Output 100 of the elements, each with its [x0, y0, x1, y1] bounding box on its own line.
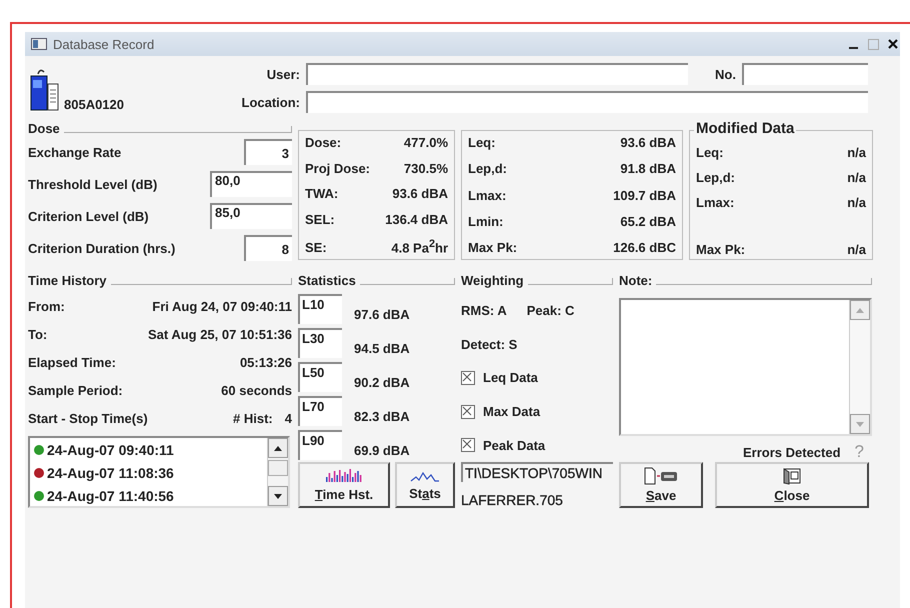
start-stop-entry[interactable]: 24-Aug-07 09:40:11 [34, 440, 267, 460]
modified-label: Max Pk: [696, 242, 746, 257]
modified-value: n/a [847, 145, 866, 160]
time-history-button[interactable]: Time Hst. [298, 462, 390, 508]
down-arrow-icon [856, 422, 864, 426]
start-stop-list[interactable]: 24-Aug-07 09:40:11 24-Aug-07 11:08:36 24-Aug-07 11:40:56 [28, 436, 290, 508]
checkbox-label: Peak Data [483, 438, 546, 453]
percentile-field: L90 [298, 430, 342, 460]
errors-detected-label: Errors Detected [742, 444, 841, 460]
result-value: 136.4 dBA [385, 212, 448, 227]
line-graph-icon [410, 469, 440, 483]
modified-value: n/a [847, 195, 866, 210]
time-history-value: Sat Aug 25, 07 10:51:36 [148, 326, 292, 342]
maximize-button[interactable] [866, 37, 880, 51]
percentile-field: L50 [298, 362, 342, 392]
level-label: Lep,d: [468, 161, 507, 176]
window-title: Database Record [53, 36, 156, 52]
level-value: 126.6 dBC [613, 240, 676, 255]
level-label: Lmin: [468, 214, 504, 229]
note-field[interactable] [619, 298, 872, 436]
percentile-field: L10 [298, 294, 342, 324]
stats-button[interactable]: Stats [395, 462, 455, 508]
time-history-label: From: [28, 298, 65, 314]
dose-field-label: Criterion Level (dB) [28, 208, 149, 224]
up-arrow-icon [856, 308, 864, 312]
time-history-value: Fri Aug 24, 07 09:40:11 [152, 298, 292, 314]
modified-label: Lmax: [696, 195, 734, 210]
level-label: Max Pk: [468, 240, 518, 255]
start-stop-entry[interactable]: 24-Aug-07 11:08:36 [34, 463, 267, 483]
dose-input[interactable]: 80,0 [210, 171, 292, 197]
scrollbar[interactable] [267, 438, 288, 506]
level-label: Leq: [468, 135, 496, 150]
start-stop-label: Start - Stop Time(s) [28, 410, 148, 426]
checkbox-label: Leq Data [483, 370, 538, 386]
dose-field-label: Threshold Level (dB) [28, 176, 158, 192]
save-button[interactable]: Save [619, 462, 703, 508]
door-icon [781, 467, 803, 485]
close-button[interactable]: Close [715, 462, 869, 508]
file-path-field: TI\DESKTOP\705WIN [461, 462, 613, 482]
weighting-heading: Weighting [461, 273, 524, 288]
modified-label: Lep,d: [696, 170, 735, 185]
location-label: Location: [240, 94, 300, 110]
dose-field-label: Criterion Duration (hrs.) [28, 240, 176, 256]
percentile-field: L70 [298, 396, 342, 426]
result-label: SEL: [305, 212, 335, 227]
dose-input[interactable]: 8 [244, 235, 292, 261]
location-field[interactable] [306, 91, 868, 113]
bar-chart-icon [324, 468, 364, 484]
dose-input[interactable]: 85,0 [210, 203, 292, 229]
checkbox[interactable] [461, 370, 475, 385]
scroll-thumb[interactable] [268, 460, 288, 476]
dose-heading: Dose [28, 121, 60, 136]
result-label: Proj Dose: [305, 160, 370, 176]
result-value: 4.8 Pa$^{2}$hr [391, 238, 448, 255]
time-history-label: Elapsed Time: [28, 354, 116, 370]
level-label: Lmax: [468, 188, 506, 202]
percentile-value: 97.6 dBA [354, 307, 410, 322]
checkbox-label: Max Data [483, 404, 540, 420]
percentile-value: 94.5 dBA [354, 341, 410, 356]
down-arrow-icon [274, 494, 282, 498]
time-history-label: Sample Period: [28, 382, 123, 398]
level-value: 65.2 dBA [620, 214, 676, 229]
result-value: 93.6 dBA [392, 186, 448, 202]
window-icon [31, 38, 47, 50]
rms-weighting: RMS: A [461, 303, 507, 318]
file-name: LAFERRER.705 [461, 492, 564, 508]
start-stop-entry[interactable]: 24-Aug-07 11:40:56 [34, 486, 267, 506]
time-history-value: 05:13:26 [240, 354, 292, 370]
result-label: Dose: [305, 135, 342, 150]
modified-value: n/a [847, 242, 866, 257]
result-label: SE: [305, 240, 327, 255]
time-history-value: 60 seconds [221, 382, 292, 398]
detector-setting: Detect: S [461, 336, 518, 352]
note-label: Note: [619, 273, 652, 288]
scrollbar[interactable] [849, 300, 870, 434]
result-value: 730.5% [404, 160, 448, 176]
level-value: 109.7 dBA [613, 188, 676, 202]
close-button[interactable] [886, 37, 900, 51]
peak-weighting: Peak: C [526, 303, 574, 318]
statistics-heading: Statistics [298, 273, 356, 288]
result-value: 477.0% [404, 135, 448, 150]
percentile-value: 82.3 dBA [354, 409, 410, 424]
user-label: User: [266, 66, 300, 82]
checkbox[interactable] [461, 438, 475, 452]
percentile-value: 90.2 dBA [354, 375, 410, 390]
hist-count: 4 [284, 410, 292, 426]
dose-input[interactable]: 3 [244, 139, 292, 165]
number-field[interactable] [742, 63, 868, 85]
time-history-heading: Time History [28, 273, 107, 288]
dose-field-label: Exchange Rate [28, 144, 122, 160]
modified-value: n/a [847, 170, 866, 185]
percentile-field: L30 [298, 328, 342, 358]
checkbox[interactable] [461, 404, 475, 419]
time-history-label: To: [28, 326, 48, 342]
user-field[interactable] [306, 63, 688, 85]
percentile-value: 69.9 dBA [354, 443, 410, 458]
number-label: No. [714, 66, 736, 82]
result-label: TWA: [305, 186, 338, 202]
level-value: 93.6 dBA [620, 135, 676, 150]
up-arrow-icon [274, 446, 282, 450]
